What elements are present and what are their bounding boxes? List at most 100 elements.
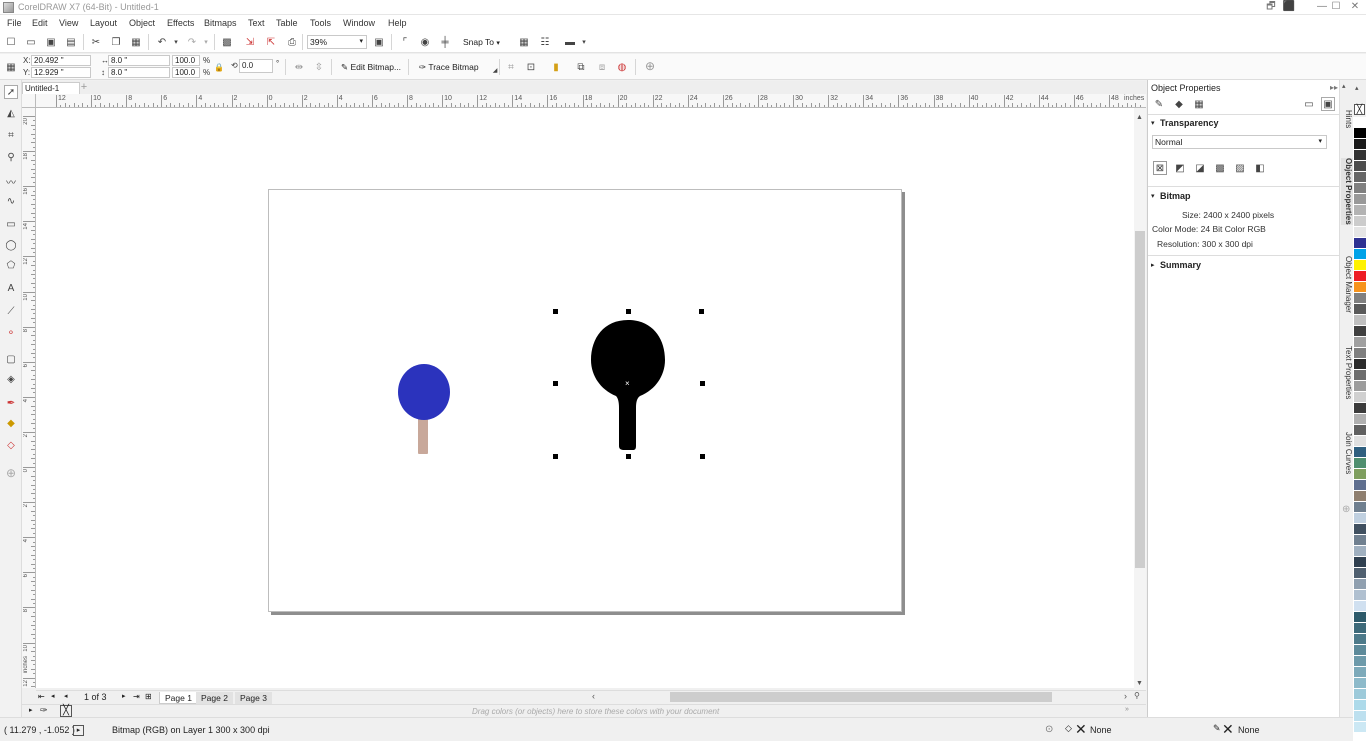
palette-swatch[interactable] [1354,480,1366,491]
polygon-tool-icon[interactable]: ⬠ [4,258,18,272]
palette-swatch[interactable] [1354,568,1366,579]
zoom-navigator-icon[interactable]: ⚲ [1134,691,1140,700]
ellipse-tool-icon[interactable]: ◯ [4,238,18,252]
palette-swatch[interactable] [1354,623,1366,634]
palette-swatch[interactable] [1354,326,1366,337]
lock-ratio-icon[interactable]: 🔒 [212,60,226,74]
ruler-corner[interactable] [22,94,36,108]
selection-handle-bc[interactable] [626,454,631,459]
color-palette[interactable] [1353,117,1366,741]
palette-swatch[interactable] [1354,447,1366,458]
object-origin-icon[interactable]: ▦ [4,60,18,74]
horizontal-ruler[interactable]: 12 10 8 6 4 2 0 2 4 6 8 10 12 14 16 18 20 22 24 26 28 30 32 34 3… [36,94,1146,108]
palette-swatch[interactable] [1354,194,1366,205]
palette-swatch[interactable] [1354,524,1366,535]
page-tab-1[interactable]: Page 1 [159,692,198,704]
page-1-sheet[interactable] [268,189,902,612]
blue-paddle-bitmap[interactable] [398,364,452,457]
palette-swatch[interactable] [1354,689,1366,700]
resample-icon[interactable]: ⊡ [524,60,538,74]
show-guidelines-icon[interactable]: ╪ [438,35,452,49]
palette-swatch[interactable] [1354,249,1366,260]
x-position-input[interactable]: 20.492 " [31,55,91,66]
palette-swatch[interactable] [1354,546,1366,557]
document-palette[interactable]: ▸ ✑ ╳ Drag colors (or objects) here to s… [22,704,1146,717]
parallel-dimension-tool-icon[interactable]: ⟋ [4,304,18,318]
wrap-text-icon[interactable]: ◍ [615,60,629,74]
scroll-left-icon[interactable]: ‹ [592,691,595,701]
full-screen-preview-icon[interactable]: ▣ [372,35,386,49]
new-tab-icon[interactable]: + [78,81,90,94]
palette-swatch[interactable] [1354,128,1366,139]
selection-handle-mr[interactable] [700,381,705,386]
palette-swatch[interactable] [1354,150,1366,161]
width-input[interactable]: 8.0 " [108,55,170,66]
selection-handle-ml[interactable] [553,381,558,386]
menu-layout[interactable]: Layout [90,16,117,30]
horizontal-scroll-thumb[interactable] [670,692,1052,702]
palette-swatch[interactable] [1354,117,1366,128]
page-tab-3[interactable]: Page 3 [235,692,272,704]
palette-swatch[interactable] [1354,502,1366,513]
palette-swatch[interactable] [1354,161,1366,172]
next-page-icon[interactable]: ▸ [122,692,126,700]
menu-window[interactable]: Window [343,16,375,30]
palette-swatch[interactable] [1354,216,1366,227]
menu-text[interactable]: Text [248,16,265,30]
palette-swatch[interactable] [1354,293,1366,304]
mirror-horizontal-icon[interactable]: ⇹ [292,60,306,74]
show-rulers-icon[interactable]: ⌜ [398,35,412,49]
customize-toolbox-icon[interactable]: ⊕ [4,466,18,480]
palette-swatch[interactable] [1354,590,1366,601]
palette-swatch[interactable] [1354,370,1366,381]
scroll-right-icon[interactable]: › [1124,691,1127,701]
palette-swatch[interactable] [1354,403,1366,414]
palette-swatch[interactable] [1354,491,1366,502]
drop-shadow-tool-icon[interactable]: ▢ [4,352,18,366]
palette-swatch[interactable] [1354,579,1366,590]
palette-swatch[interactable] [1354,436,1366,447]
selection-handle-bl[interactable] [553,454,558,459]
palette-swatch[interactable] [1354,304,1366,315]
scroll-up-icon[interactable]: ▲ [1136,114,1143,121]
vertical-scroll-thumb[interactable] [1135,231,1145,568]
zoom-tool-icon[interactable]: ⚲ [4,150,18,164]
cut-icon[interactable]: ✂ [89,35,103,49]
open-icon[interactable]: ▭ [24,35,38,49]
undo-icon[interactable]: ↶ [155,35,169,49]
palette-swatch[interactable] [1354,282,1366,293]
outline-properties-icon[interactable]: ✎ [1152,97,1166,111]
transparency-properties-icon[interactable]: ▦ [1192,97,1206,111]
bitmap-pattern-transparency-icon[interactable]: ▨ [1233,161,1247,175]
drawing-canvas[interactable]: × [36,108,1134,688]
shape-tool-icon[interactable]: ◭ [4,106,18,120]
summary-expand-icon[interactable]: ▸ [1151,261,1155,269]
docker-tab-hints[interactable]: Hints [1341,110,1353,128]
chevron-down-icon[interactable]: ▾ [577,35,591,49]
scroll-down-icon[interactable]: ▼ [1136,680,1143,687]
fill-properties-icon[interactable]: ◆ [1172,97,1186,111]
menu-help[interactable]: Help [388,16,407,30]
smart-fill-tool-icon[interactable]: ◇ [4,438,18,452]
eyedropper-tool-icon[interactable]: ✒ [4,396,18,410]
palette-swatch[interactable] [1354,645,1366,656]
fountain-transparency-icon[interactable]: ◪ [1193,161,1207,175]
palette-swatch[interactable] [1354,260,1366,271]
palette-swatch[interactable] [1354,535,1366,546]
outline-pen-icon[interactable]: ✎ [1213,723,1221,734]
palette-swatch[interactable] [1354,557,1366,568]
bitmap-header[interactable]: Bitmap [1160,191,1191,201]
menu-table[interactable]: Table [276,16,298,30]
trace-bitmap-button[interactable]: ✑ Trace Bitmap [416,58,482,76]
print-icon[interactable]: ▤ [64,35,78,49]
height-input[interactable]: 8.0 " [108,67,170,78]
transparency-tool-icon[interactable]: ◈ [4,372,18,386]
document-tab[interactable]: Untitled-1 [22,82,80,94]
palette-swatch[interactable] [1354,315,1366,326]
application-launcher-icon[interactable]: ☷ [538,35,552,49]
palette-swatch[interactable] [1354,700,1366,711]
import-icon[interactable]: ⇲ [243,35,257,49]
docker-scroll-up-icon[interactable]: ▴ [1342,82,1346,90]
first-page-icon[interactable]: ⇤ [38,692,45,701]
redo-dropdown-icon[interactable]: ▾ [199,35,213,49]
